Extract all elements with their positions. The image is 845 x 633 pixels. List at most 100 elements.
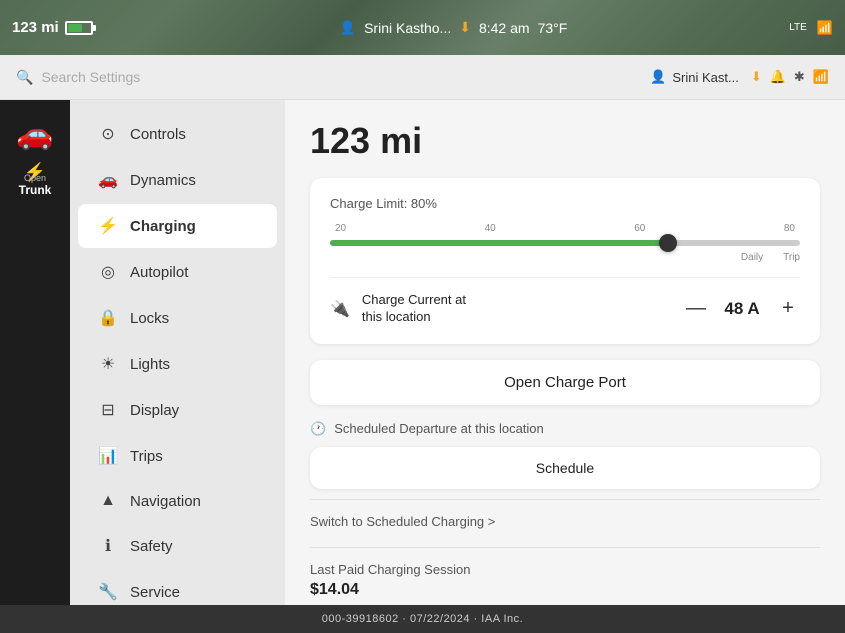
content-panel: 123 mi Charge Limit: 80% 20 40 60 80 Dai… bbox=[285, 100, 845, 605]
safety-icon: ℹ bbox=[98, 536, 118, 556]
decrease-current-button[interactable]: — bbox=[684, 297, 708, 320]
settings-sidebar: ⊙ Controls 🚗 Dynamics ⚡ Charging ◎ Autop… bbox=[70, 100, 285, 605]
lights-icon: ☀ bbox=[98, 354, 118, 374]
increase-current-button[interactable]: + bbox=[776, 297, 800, 320]
section-divider-2 bbox=[310, 547, 820, 548]
charge-limit-label: Charge Limit: 80% bbox=[330, 196, 800, 211]
last-session-amount: $14.04 bbox=[310, 581, 820, 599]
sidebar-item-safety[interactable]: ℹ Safety bbox=[78, 524, 277, 568]
bluetooth-icon: ✱ bbox=[794, 69, 805, 85]
charge-current-control: — 48 A + bbox=[684, 297, 800, 320]
charge-current-row: 🔌 Charge Current atthis location — 48 A … bbox=[330, 277, 800, 326]
sidebar-item-navigation[interactable]: ▲ Navigation bbox=[78, 480, 277, 522]
sidebar-item-locks[interactable]: 🔒 Locks bbox=[78, 296, 277, 340]
sidebar-label-safety: Safety bbox=[130, 538, 173, 555]
last-session-title: Last Paid Charging Session bbox=[310, 562, 820, 577]
open-charge-port-button[interactable]: Open Charge Port bbox=[310, 360, 820, 405]
sidebar-label-dynamics: Dynamics bbox=[130, 172, 196, 189]
person-icon-top: 👤 bbox=[340, 20, 356, 36]
charge-current-label: Charge Current atthis location bbox=[362, 292, 672, 326]
signal-icon-search: 📶 bbox=[813, 69, 829, 85]
sidebar-label-service: Service bbox=[130, 584, 180, 601]
slider-tick-labels: 20 40 60 80 bbox=[330, 223, 800, 234]
daily-label: Daily bbox=[741, 252, 763, 263]
person-icon-search: 👤 bbox=[650, 69, 666, 85]
download-icon-search: ⬇ bbox=[751, 69, 762, 85]
lte-label: LTE bbox=[789, 22, 807, 33]
tick-20: 20 bbox=[335, 223, 346, 234]
bottom-bar: 000-39918602 · 07/22/2024 · IAA Inc. bbox=[0, 605, 845, 633]
top-bar-right: LTE 📶 bbox=[777, 20, 845, 36]
sidebar-item-lights[interactable]: ☀ Lights bbox=[78, 342, 277, 386]
tick-80: 80 bbox=[784, 223, 795, 234]
controls-icon: ⊙ bbox=[98, 124, 118, 144]
scheduled-departure-section: 🕐 Scheduled Departure at this location S… bbox=[310, 421, 820, 603]
battery-fill bbox=[68, 24, 82, 32]
schedule-button[interactable]: Schedule bbox=[310, 447, 820, 489]
clock-icon: 🕐 bbox=[310, 421, 326, 437]
battery-icon bbox=[65, 21, 93, 35]
range-display: 123 mi bbox=[12, 19, 59, 36]
tick-60: 60 bbox=[634, 223, 645, 234]
slider-thumb[interactable] bbox=[659, 234, 677, 252]
sidebar-label-locks: Locks bbox=[130, 310, 169, 327]
top-status-bar: 123 mi 👤 Srini Kastho... ⬇ 8:42 am 73°F … bbox=[0, 0, 845, 55]
sidebar-item-trips[interactable]: 📊 Trips bbox=[78, 434, 277, 478]
search-right: 👤 Srini Kast... ⬇ 🔔 ✱ 📶 bbox=[650, 69, 829, 85]
temp-display: 73°F bbox=[538, 20, 568, 36]
scheduled-departure-label: 🕐 Scheduled Departure at this location bbox=[310, 421, 820, 437]
sidebar-label-charging: Charging bbox=[130, 218, 196, 235]
switch-to-scheduled-charging-link[interactable]: Switch to Scheduled Charging > bbox=[310, 510, 820, 533]
sidebar-item-autopilot[interactable]: ◎ Autopilot bbox=[78, 250, 277, 294]
section-divider-1 bbox=[310, 499, 820, 500]
slider-fill bbox=[330, 240, 668, 246]
sidebar-item-dynamics[interactable]: 🚗 Dynamics bbox=[78, 158, 277, 202]
signal-icon: 📶 bbox=[817, 20, 833, 36]
open-trunk-area: Open Trunk bbox=[0, 165, 70, 197]
dynamics-icon: 🚗 bbox=[98, 170, 118, 190]
trip-label: Trip bbox=[783, 252, 800, 263]
charge-current-value: 48 A bbox=[722, 299, 762, 319]
last-session-section: Last Paid Charging Session $14.04 bbox=[310, 558, 820, 603]
top-bar-center: 👤 Srini Kastho... ⬇ 8:42 am 73°F bbox=[130, 19, 777, 36]
search-input[interactable]: Search Settings bbox=[41, 69, 140, 85]
sidebar-item-controls[interactable]: ⊙ Controls bbox=[78, 112, 277, 156]
main-content: ⊙ Controls 🚗 Dynamics ⚡ Charging ◎ Autop… bbox=[70, 100, 845, 605]
plug-icon: 🔌 bbox=[330, 299, 350, 319]
sidebar-item-display[interactable]: ⊟ Display bbox=[78, 388, 277, 432]
range-heading: 123 mi bbox=[310, 120, 820, 162]
trips-icon: 📊 bbox=[98, 446, 118, 466]
sidebar-label-navigation: Navigation bbox=[130, 493, 201, 510]
search-icon: 🔍 bbox=[16, 69, 33, 86]
sidebar-label-autopilot: Autopilot bbox=[130, 264, 188, 281]
service-icon: 🔧 bbox=[98, 582, 118, 602]
download-icon-top: ⬇ bbox=[459, 19, 471, 36]
sidebar-label-lights: Lights bbox=[130, 356, 170, 373]
search-status-icons: ⬇ 🔔 ✱ 📶 bbox=[751, 69, 829, 85]
sidebar-label-trips: Trips bbox=[130, 448, 163, 465]
sidebar-item-charging[interactable]: ⚡ Charging bbox=[78, 204, 277, 248]
bottom-bar-text: 000-39918602 · 07/22/2024 · IAA Inc. bbox=[322, 613, 523, 625]
search-bar: 🔍 Search Settings 👤 Srini Kast... ⬇ 🔔 ✱ … bbox=[0, 55, 845, 100]
trunk-label: Trunk bbox=[0, 183, 70, 197]
autopilot-icon: ◎ bbox=[98, 262, 118, 282]
car-silhouette: 🚗 bbox=[16, 117, 53, 152]
sidebar-label-display: Display bbox=[130, 402, 179, 419]
left-edge-panel: Open Trunk 🚗 ⚡ bbox=[0, 55, 70, 605]
sidebar-item-service[interactable]: 🔧 Service bbox=[78, 570, 277, 605]
time-display: 8:42 am bbox=[479, 20, 530, 36]
search-user-area: 👤 Srini Kast... bbox=[650, 69, 739, 85]
top-user-name: Srini Kastho... bbox=[364, 20, 451, 36]
display-icon: ⊟ bbox=[98, 400, 118, 420]
slider-sublabels: Daily Trip bbox=[330, 252, 800, 263]
open-label: Open bbox=[0, 173, 70, 183]
navigation-icon: ▲ bbox=[98, 492, 118, 510]
top-bar-left: 123 mi bbox=[0, 19, 130, 36]
charge-limit-card: Charge Limit: 80% 20 40 60 80 Daily Trip… bbox=[310, 178, 820, 344]
locks-icon: 🔒 bbox=[98, 308, 118, 328]
sidebar-label-controls: Controls bbox=[130, 126, 186, 143]
search-user-name: Srini Kast... bbox=[672, 70, 738, 85]
charge-slider-track[interactable] bbox=[330, 240, 800, 246]
search-left: 🔍 Search Settings bbox=[16, 69, 640, 86]
bell-icon: 🔔 bbox=[770, 69, 786, 85]
